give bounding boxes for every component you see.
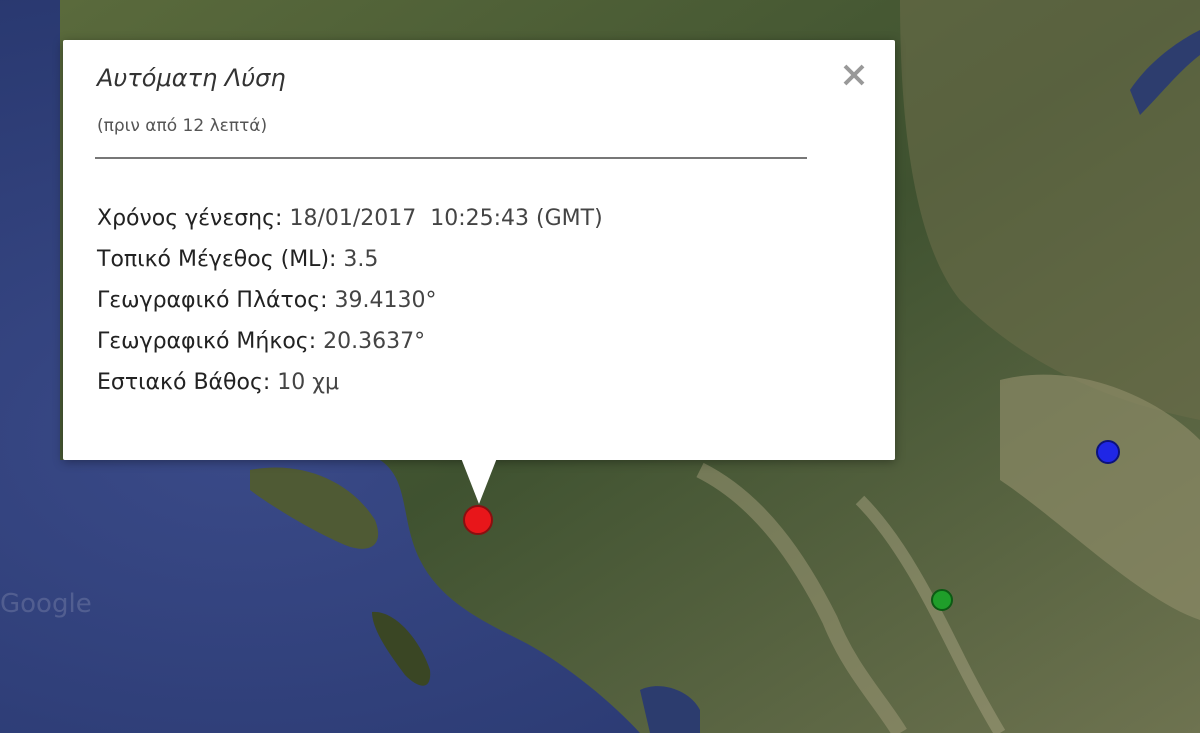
map-watermark: Google [0,589,92,619]
popup-pointer [461,458,497,504]
magnitude-value: 3.5 [336,247,379,272]
magnitude-row: Τοπικό Μέγεθος (ML): 3.5 [97,239,603,280]
depth-label: Εστιακό Βάθος: [97,370,271,395]
origin-time-row: Χρόνος γένεσης: 18/01/2017 10:25:43 (GMT… [97,198,603,239]
depth-value: 10 χμ [270,370,339,395]
quake-details: Χρόνος γένεσης: 18/01/2017 10:25:43 (GMT… [97,198,603,403]
longitude-label: Γεωγραφικό Μήκος: [97,329,317,354]
earthquake-marker-green[interactable] [931,589,953,611]
latitude-label: Γεωγραφικό Πλάτος: [97,288,328,313]
popup-subtitle: (πριν από 12 λεπτά) [97,116,268,136]
origin-time-value: 18/01/2017 10:25:43 (GMT) [282,206,603,231]
info-popup: Αυτόματη Λύση (πριν από 12 λεπτά) Χρόνος… [63,40,895,504]
latitude-row: Γεωγραφικό Πλάτος: 39.4130° [97,280,603,321]
longitude-row: Γεωγραφικό Μήκος: 20.3637° [97,321,603,362]
depth-row: Εστιακό Βάθος: 10 χμ [97,362,603,403]
popup-title: Αυτόματη Λύση [97,64,286,92]
close-icon[interactable] [837,58,871,92]
earthquake-marker-blue[interactable] [1096,440,1120,464]
earthquake-marker-red[interactable] [463,505,493,535]
latitude-value: 39.4130° [327,288,437,313]
popup-divider [95,157,807,159]
origin-time-label: Χρόνος γένεσης: [97,206,283,231]
longitude-value: 20.3637° [316,329,426,354]
magnitude-label: Τοπικό Μέγεθος (ML): [97,247,337,272]
